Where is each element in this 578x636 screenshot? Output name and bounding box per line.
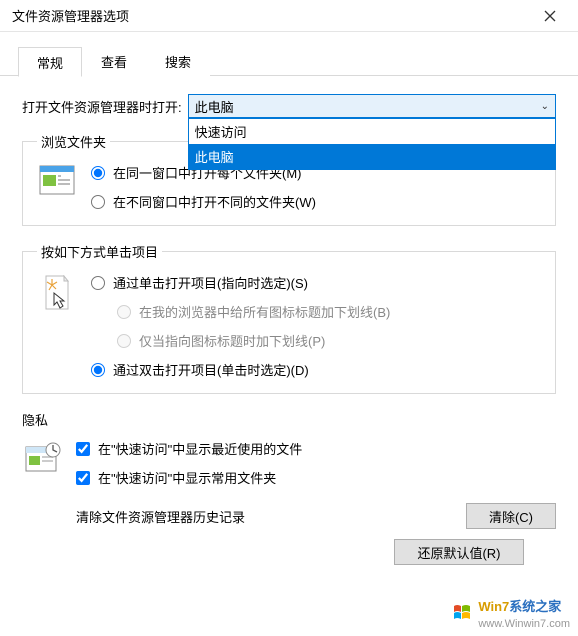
window-title: 文件资源管理器选项 (12, 6, 530, 25)
tabstrip: 常规 查看 搜索 (0, 46, 578, 76)
open-with-combo-wrap: 此电脑 ⌄ 快速访问 此电脑 (188, 94, 556, 118)
tab-content: 打开文件资源管理器时打开: 此电脑 ⌄ 快速访问 此电脑 浏览文件夹 (0, 76, 578, 565)
close-button[interactable] (530, 2, 570, 30)
watermark-domain: www.Winwin7.com (478, 618, 570, 630)
titlebar: 文件资源管理器选项 (0, 0, 578, 32)
check-recent-files[interactable]: 在"快速访问"中显示最近使用的文件 (76, 439, 556, 458)
option-this-pc[interactable]: 此电脑 (189, 144, 555, 169)
open-with-label: 打开文件资源管理器时打开: (22, 97, 182, 116)
watermark: Win7系统之家 www.Winwin7.com (452, 596, 570, 630)
check-frequent-folders-label: 在"快速访问"中显示常用文件夹 (98, 468, 276, 487)
radio-same-window-input[interactable] (91, 166, 105, 180)
browse-folders-legend: 浏览文件夹 (37, 132, 110, 151)
check-recent-files-label: 在"快速访问"中显示最近使用的文件 (98, 439, 302, 458)
open-with-dropdown: 快速访问 此电脑 (188, 118, 556, 170)
privacy-icon (22, 439, 62, 529)
radio-underline-point-label: 仅当指向图标标题时加下划线(P) (139, 331, 325, 350)
radio-single-click-label: 通过单击打开项目(指向时选定)(S) (113, 273, 308, 292)
browse-folders-icon (37, 163, 77, 211)
footer: 还原默认值(R) (22, 539, 556, 565)
windows-logo-icon (452, 602, 474, 624)
open-with-combo[interactable]: 此电脑 ⌄ (188, 94, 556, 118)
radio-single-click[interactable]: 通过单击打开项目(指向时选定)(S) (91, 273, 541, 292)
tab-view[interactable]: 查看 (82, 46, 146, 76)
clear-history-label: 清除文件资源管理器历史记录 (76, 507, 245, 526)
clear-button[interactable]: 清除(C) (466, 503, 556, 529)
radio-double-click-label: 通过双击打开项目(单击时选定)(D) (113, 360, 309, 379)
radio-underline-point-input (117, 334, 131, 348)
check-frequent-folders[interactable]: 在"快速访问"中显示常用文件夹 (76, 468, 556, 487)
clear-history-row: 清除文件资源管理器历史记录 清除(C) (76, 503, 556, 529)
close-icon (544, 10, 556, 22)
click-items-icon (37, 273, 77, 379)
watermark-brand1: Win7 (478, 599, 509, 614)
radio-new-window-label: 在不同窗口中打开不同的文件夹(W) (113, 192, 316, 211)
check-recent-files-input[interactable] (76, 442, 90, 456)
open-with-selected: 此电脑 (195, 97, 234, 116)
radio-underline-point: 仅当指向图标标题时加下划线(P) (117, 331, 541, 350)
tab-general[interactable]: 常规 (18, 47, 82, 77)
chevron-down-icon: ⌄ (541, 101, 549, 112)
open-with-row: 打开文件资源管理器时打开: 此电脑 ⌄ 快速访问 此电脑 (22, 94, 556, 118)
click-items-legend: 按如下方式单击项目 (37, 242, 162, 261)
radio-new-window[interactable]: 在不同窗口中打开不同的文件夹(W) (91, 192, 541, 211)
click-items-group: 按如下方式单击项目 通过单击打开项目(指向时选定)(S) 在我的浏览器中给所有图… (22, 242, 556, 394)
privacy-legend: 隐私 (22, 410, 556, 429)
option-quick-access[interactable]: 快速访问 (189, 119, 555, 144)
radio-single-click-input[interactable] (91, 276, 105, 290)
watermark-brand2: 系统之家 (509, 599, 561, 614)
radio-double-click[interactable]: 通过双击打开项目(单击时选定)(D) (91, 360, 541, 379)
radio-underline-browser-label: 在我的浏览器中给所有图标标题加下划线(B) (139, 302, 390, 321)
radio-underline-browser-input (117, 305, 131, 319)
radio-new-window-input[interactable] (91, 195, 105, 209)
privacy-group: 隐私 在"快速访问"中显示最近使用的文件 (22, 410, 556, 529)
restore-defaults-button[interactable]: 还原默认值(R) (394, 539, 524, 565)
tab-search[interactable]: 搜索 (146, 46, 210, 76)
radio-underline-browser: 在我的浏览器中给所有图标标题加下划线(B) (117, 302, 541, 321)
check-frequent-folders-input[interactable] (76, 471, 90, 485)
radio-double-click-input[interactable] (91, 363, 105, 377)
